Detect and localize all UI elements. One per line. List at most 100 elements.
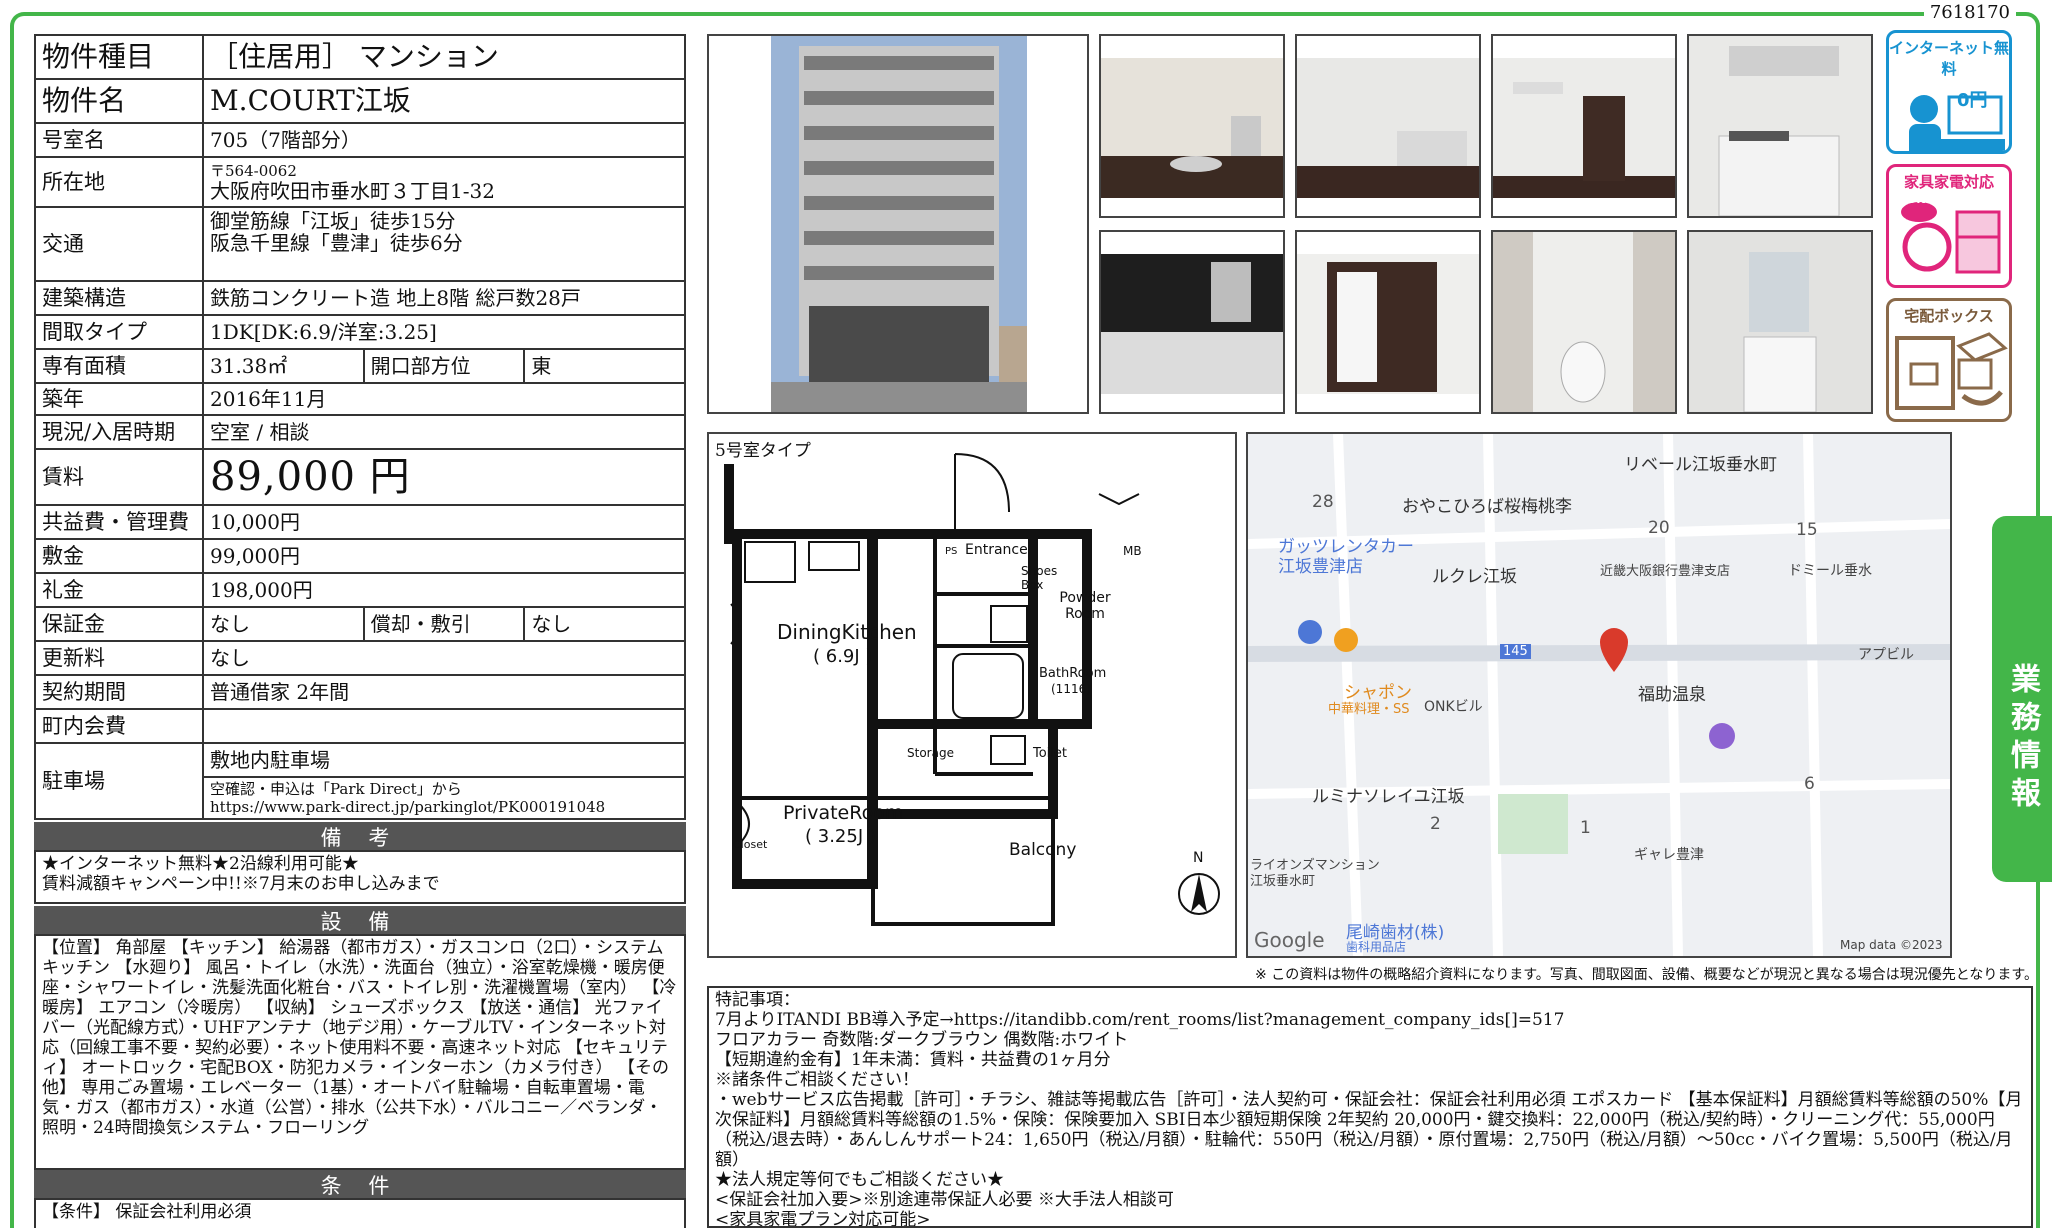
map-label-6: ドミール垂水	[1788, 563, 1872, 579]
plan-private-room-size: ( 3.25J )	[805, 826, 876, 847]
map-number-6: 6	[1804, 774, 1815, 794]
remarks-title: 備 考	[34, 822, 686, 850]
type-label: 物件種目	[34, 34, 204, 80]
structure-value: 鉄筋コンクリート造 地上8階 総戸数28戸	[202, 280, 686, 316]
key-money-value: 198,000円	[202, 572, 686, 608]
map-label-0: リベール江坂垂水町	[1624, 455, 1777, 475]
guarantee-label: 保証金	[34, 606, 204, 642]
address-value: 大阪府吹田市垂水町３丁目1-32	[210, 179, 495, 203]
equipment-title: 設 備	[34, 906, 686, 934]
interior-photo-kitchen-view[interactable]	[1295, 34, 1481, 218]
interior-photo-toilet[interactable]	[1491, 230, 1677, 414]
map-number-3: 145	[1500, 644, 1531, 659]
map-number-1: 20	[1648, 518, 1670, 538]
name-value: M.COURT江坂	[202, 78, 686, 124]
map-number-2: 15	[1796, 520, 1818, 540]
plan-bathroom: BathRoom	[1039, 666, 1107, 681]
plan-powder-room: Powder Room	[1059, 590, 1111, 622]
floor-plan-drawing	[724, 453, 1220, 926]
conditions-title: 条 件	[34, 1170, 686, 1198]
interior-photo-closet[interactable]	[1295, 230, 1481, 414]
remarks-line-1: ★インターネット無料★2沿線利用可能★	[42, 854, 359, 874]
map-number-0: 28	[1312, 492, 1334, 512]
plan-bathroom-size: (1116)	[1051, 682, 1091, 696]
plan-toilet: Toilet	[1033, 746, 1068, 761]
map-label-11: 福助温泉	[1638, 685, 1706, 705]
disclaimer: ※ この資料は物件の概略紹介資料になります。写真、間取図面、設備、概要などが現況…	[1255, 967, 2038, 983]
spec-table: 物件種目 ［住居用］ マンション 物件名 M.COURT江坂 号室名 705（7…	[34, 34, 686, 820]
parking-value: 敷地内駐車場	[202, 742, 686, 778]
layout-value: 1DK[DK:6.9/洋室:3.25]	[202, 314, 686, 350]
special-line-4: ※諸条件ご相談ください！	[715, 1070, 919, 1090]
renewal-value: なし	[202, 640, 686, 676]
interior-photo-room[interactable]	[1491, 34, 1677, 218]
built-value: 2016年11月	[202, 382, 686, 416]
furniture-badge: 家具家電対応 OK!	[1886, 164, 2012, 288]
building-photo[interactable]	[707, 34, 1089, 414]
rent-value: 89,000 円	[202, 448, 686, 506]
contract-value: 普通借家 2年間	[202, 674, 686, 710]
parking-note: 空確認・申込は「Park Direct」から	[210, 780, 462, 798]
interior-photo-kitchen[interactable]	[1687, 34, 1873, 218]
interior-photo-living[interactable]	[1099, 34, 1285, 218]
equipment-text: 【位置】 角部屋 【キッチン】 給湯器（都市ガス）・ガスコンロ（2口）・システム…	[34, 934, 686, 1170]
plan-dining-kitchen: DiningKitchen	[777, 620, 917, 644]
location-map[interactable]: リベール江坂垂水町 おやこひろば桜梅桃李 ガッツレンタカー 江坂豊津店 ルクレ江…	[1246, 432, 1952, 958]
delivery-box-label: 宅配ボックス	[1904, 307, 1994, 325]
map-label-4: ルクレ江坂	[1432, 567, 1517, 587]
map-label-5: 近畿大阪銀行豊津支店	[1600, 564, 1731, 579]
plan-storage: Storage	[907, 746, 954, 760]
common-fee-label: 共益費・管理費	[34, 504, 204, 540]
rent-label: 賃料	[34, 448, 204, 506]
parking-link[interactable]: https://www.park-direct.jp/parkinglot/PK…	[210, 798, 678, 816]
town-fee-value	[202, 708, 686, 744]
map-label-10: ONKビル	[1424, 699, 1483, 715]
postal-code: 〒564-0062	[210, 162, 297, 180]
transit-line-1: 御堂筋線「江坂」徒歩15分	[210, 209, 456, 233]
special-line-5: ・webサービス広告掲載［許可］・チラシ、雑誌等掲載広告［許可］・法人契約可・保…	[715, 1090, 2023, 1170]
status-label: 現況/入居時期	[34, 414, 204, 450]
map-label-19: Map data ©2023	[1840, 938, 1943, 952]
amortization-label: 償却・敷引	[362, 606, 526, 642]
remarks-line-2: 賃料減額キャンペーン中!!※7月末のお申し込みまで	[42, 874, 440, 894]
special-line-8: <家具家電プラン対応可能>	[715, 1210, 931, 1228]
direction-label: 開口部方位	[362, 348, 526, 384]
structure-label: 建築構造	[34, 280, 204, 316]
address-label: 所在地	[34, 156, 204, 208]
name-label: 物件名	[34, 78, 204, 124]
map-label-7: アプビル	[1858, 647, 1914, 663]
map-label-18: Google	[1254, 928, 1325, 952]
transit-line-2: 阪急千里線「豊津」徒歩6分	[210, 231, 463, 255]
plan-shoes-box: Shoes Box	[1021, 564, 1058, 592]
plan-closet: Closet	[733, 838, 768, 851]
internet-free-label: インターネット無料	[1889, 39, 2010, 78]
area-value: 31.38㎡	[202, 348, 365, 384]
floor-plan: 5号室タイプ Entrance Shoes Box MB PS Powder R…	[707, 432, 1237, 958]
plan-ps: PS	[945, 546, 958, 557]
conditions-text: 【条件】 保証会社利用必須	[34, 1198, 686, 1228]
business-info-tab[interactable]: 業務情報	[1992, 516, 2052, 882]
internet-person-icon	[1909, 95, 2005, 151]
map-label-12: ルミナソレイユ江坂	[1312, 787, 1465, 807]
plan-dining-kitchen-size: ( 6.9J )	[813, 646, 873, 667]
special-title: 特記事項：	[715, 990, 800, 1010]
map-label-9: 中華料理・SS	[1328, 702, 1410, 717]
special-line-6: ★法人規定等何でもご相談ください★	[715, 1170, 1004, 1190]
map-number-4: 2	[1430, 814, 1441, 834]
plan-balcony: Balcony	[1009, 840, 1077, 860]
delivery-box-badge: 宅配ボックス	[1886, 298, 2012, 422]
transit-label: 交通	[34, 206, 204, 282]
map-number-5: 1	[1580, 818, 1591, 838]
special-line-3: 【短期違約金有】1年未満：賃料・共益費の1ヶ月分	[715, 1050, 1111, 1070]
delivery-box-icon	[1895, 332, 2008, 410]
map-label-14: 江坂垂水町	[1250, 874, 1316, 889]
interior-photo-bath[interactable]	[1099, 230, 1285, 414]
special-line-1: 7月よりITANDI BB導入予定→https://itandibb.com/r…	[715, 1010, 1565, 1030]
renewal-label: 更新料	[34, 640, 204, 676]
plan-entrance: Entrance	[965, 542, 1028, 558]
room-label: 号室名	[34, 122, 204, 158]
property-id: 7618170	[1923, 2, 2016, 23]
furniture-ok-text: OK!	[1907, 193, 1930, 206]
parking-label: 駐車場	[34, 742, 204, 820]
interior-photo-washroom[interactable]	[1687, 230, 1873, 414]
